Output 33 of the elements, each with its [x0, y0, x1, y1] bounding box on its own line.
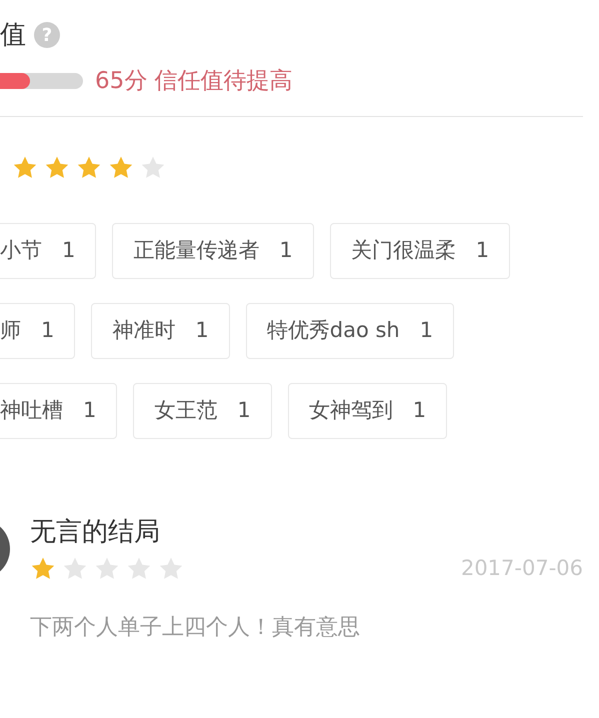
star-icon	[126, 556, 152, 582]
tag-count: 1	[41, 317, 54, 344]
tag-label: 神准时	[112, 317, 176, 344]
tag-count: 1	[279, 237, 293, 264]
section-title: 值	[0, 22, 26, 48]
star-icon	[44, 155, 70, 181]
tag-label: 特优秀dao sh	[266, 317, 400, 344]
review-comment: 下两个人单子上四个人！真有意思	[30, 614, 361, 642]
tag-count: 1	[83, 397, 96, 424]
tag-label: 师	[0, 317, 21, 344]
tag-label: 女王范	[154, 397, 218, 424]
help-icon[interactable]: ?	[34, 22, 60, 48]
tag-count: 1	[420, 317, 434, 344]
tag-label: 正能量传递者	[133, 237, 260, 264]
tag-label: 关门很温柔	[350, 237, 456, 264]
tag-count: 1	[62, 237, 76, 264]
star-icon	[76, 155, 102, 181]
tag-count: 1	[237, 397, 251, 424]
star-icon	[12, 155, 38, 181]
tag-label: 神吐槽	[0, 397, 63, 424]
tag-count: 1	[195, 317, 209, 344]
tag-count: 1	[412, 397, 426, 424]
tag-label: 女神驾到	[308, 397, 393, 424]
star-icon	[158, 556, 184, 582]
star-icon	[94, 556, 120, 582]
tag-label: 小节	[0, 237, 42, 264]
reviewer-name: 无言的结局	[30, 519, 161, 545]
tag-count: 1	[476, 237, 490, 264]
star-icon	[108, 155, 134, 181]
star-icon	[30, 556, 56, 582]
star-icon	[62, 556, 88, 582]
star-icon	[140, 155, 166, 181]
trust-score: 65分 信任值待提高	[95, 67, 293, 96]
